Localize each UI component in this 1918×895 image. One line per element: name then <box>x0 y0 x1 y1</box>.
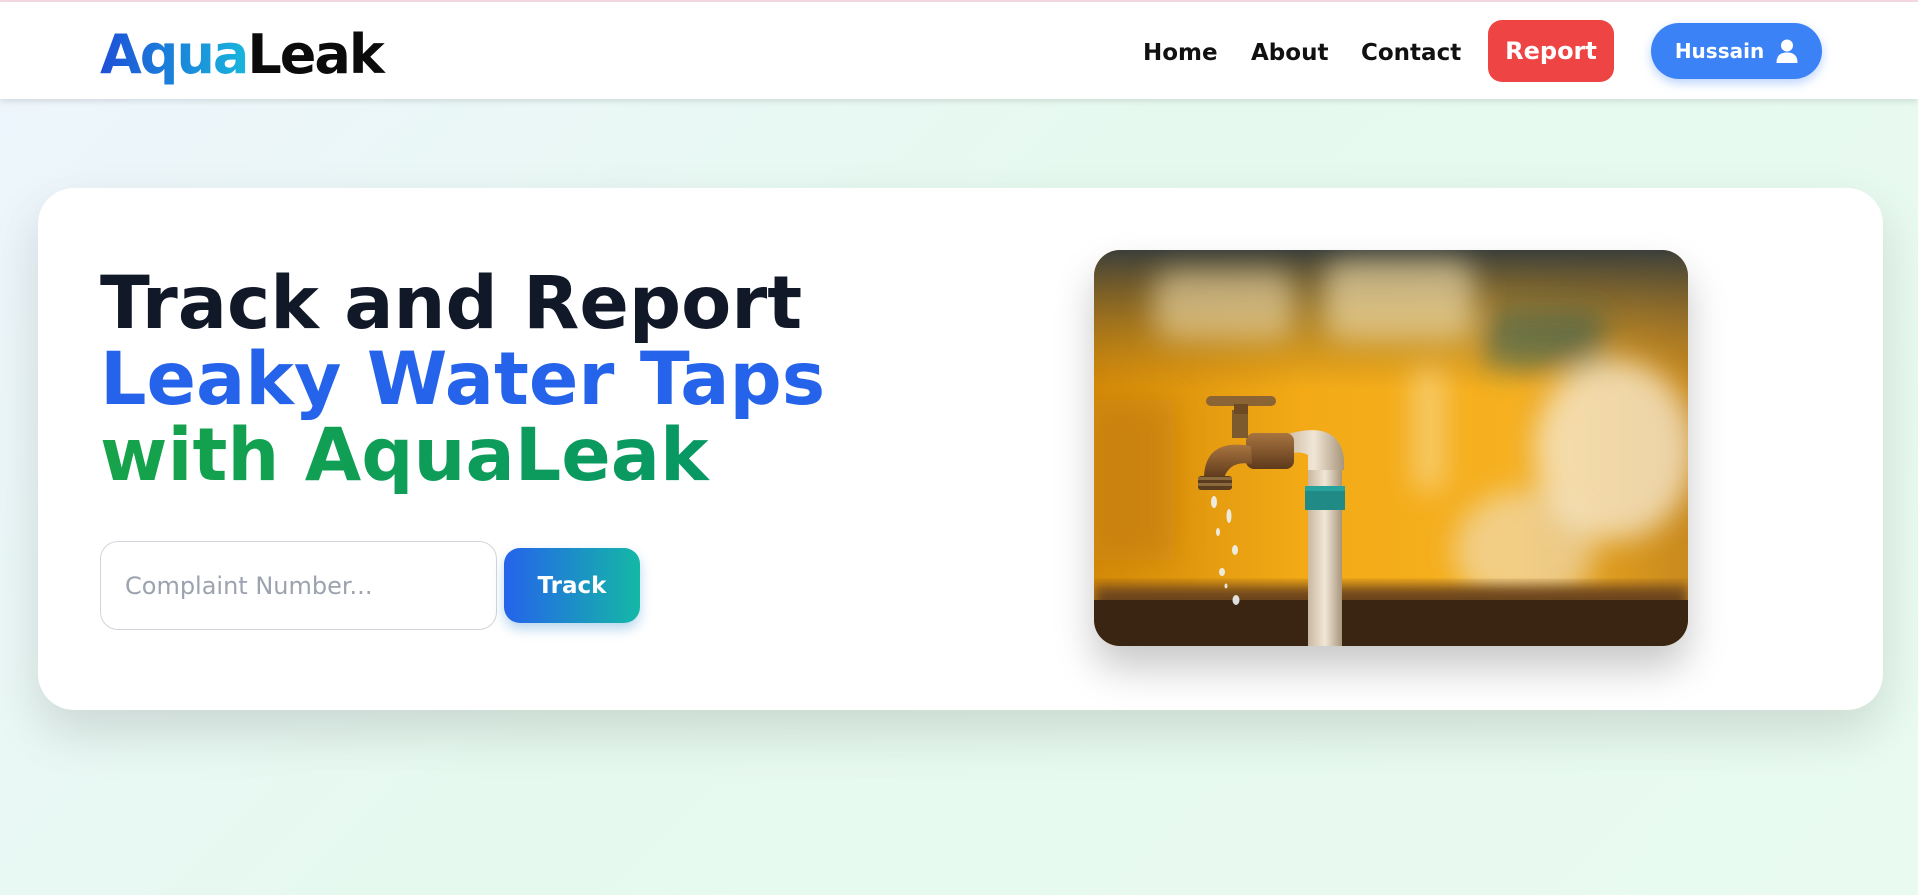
track-button[interactable]: Track <box>504 548 640 623</box>
user-icon <box>1776 39 1798 63</box>
brand-logo[interactable]: AquaLeak <box>100 23 385 86</box>
user-name-label: Hussain <box>1674 39 1765 63</box>
nav-home-link[interactable]: Home <box>1143 38 1218 68</box>
complaint-number-input[interactable] <box>100 541 497 630</box>
navbar: AquaLeak Home About Contact Report Hussa… <box>0 2 1918 99</box>
hero-card: Track and Report Leaky Water Taps with A… <box>38 188 1883 710</box>
headline-line-3: with AquaLeak <box>100 418 825 494</box>
nav-about-link[interactable]: About <box>1251 38 1328 68</box>
headline-line-2: Leaky Water Taps <box>100 337 826 422</box>
brand-logo-leak: Leak <box>247 23 384 86</box>
report-button[interactable]: Report <box>1488 20 1614 82</box>
headline-line-1: Track and Report <box>100 261 803 346</box>
leaky-tap-photo <box>1094 250 1688 646</box>
nav-contact-link[interactable]: Contact <box>1361 38 1461 68</box>
brand-logo-aqua: Aqua <box>100 23 249 86</box>
user-profile-button[interactable]: Hussain <box>1651 23 1822 79</box>
hero-headline: Track and Report Leaky Water Taps with A… <box>100 266 825 494</box>
